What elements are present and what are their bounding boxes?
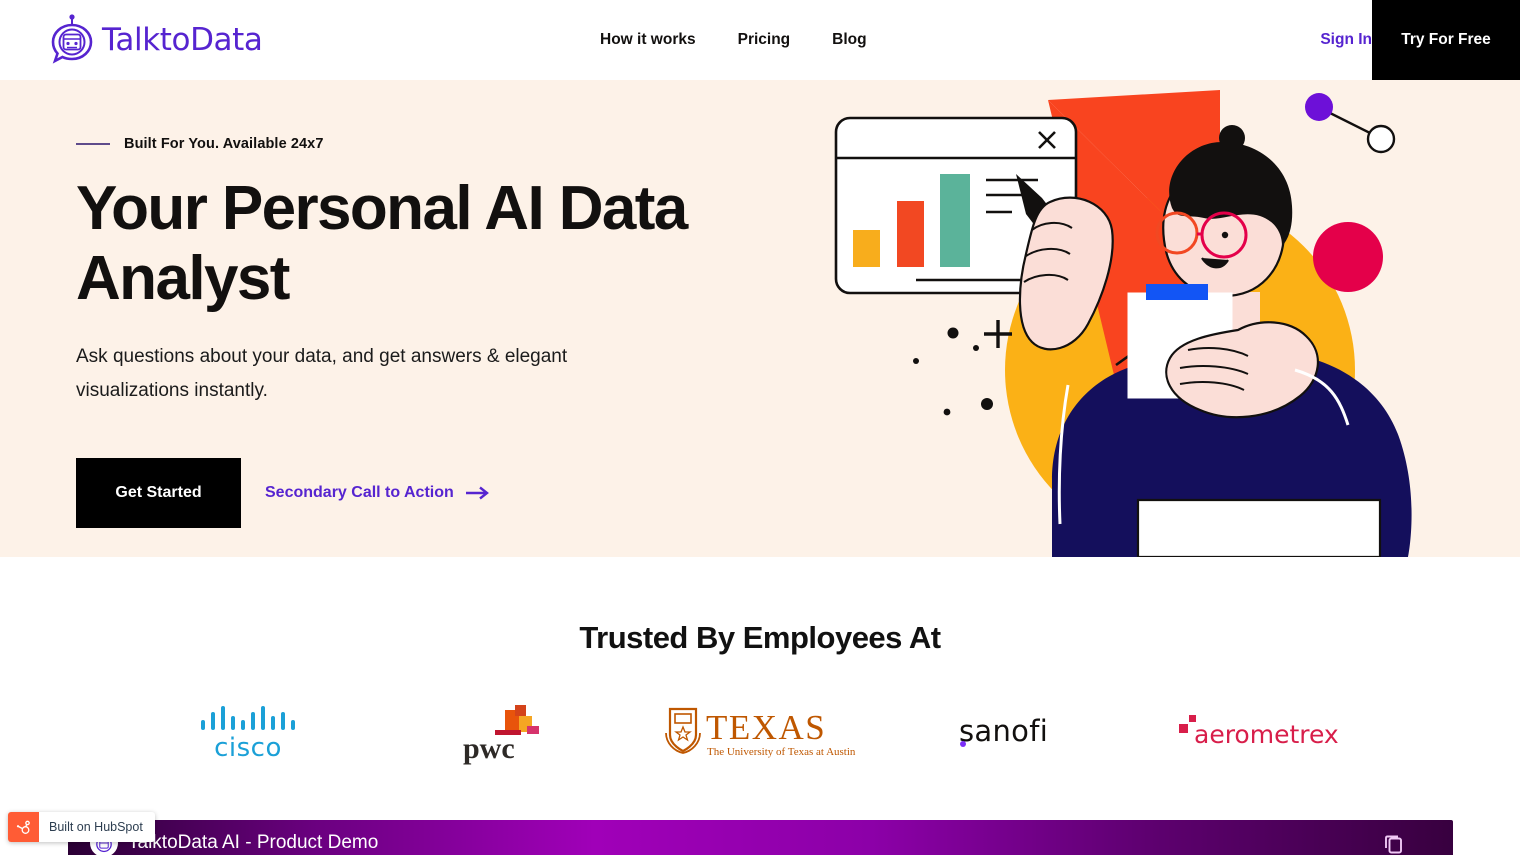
brand-logo[interactable]: TalktoData [48,14,263,66]
hero-eyebrow-text: Built For You. Available 24x7 [124,136,324,152]
site-header: TalktoData How it works Pricing Blog Sig… [0,0,1520,80]
nav-how-it-works[interactable]: How it works [600,0,717,80]
sanofi-wordmark: sanofi [959,714,1048,748]
logo-aerometrex: aerometrex [1138,684,1390,780]
arrow-right-icon [465,486,489,500]
cisco-wordmark: cisco [214,733,282,762]
try-for-free-button[interactable]: Try For Free [1372,0,1520,80]
texas-sublabel: The University of Texas at Austin [707,746,856,758]
hero-section: Built For You. Available 24x7 Your Perso… [0,80,1520,557]
hubspot-badge[interactable]: Built on HubSpot [8,812,155,842]
hero-cta-group: Get Started Secondary Call to Action [76,458,756,528]
sign-in-link[interactable]: Sign In [1320,0,1372,80]
logo-cisco: cisco [130,684,382,780]
eyebrow-dash-icon [76,143,110,145]
nav-blog[interactable]: Blog [811,0,887,80]
hero-title: Your Personal AI Data Analyst [76,174,688,313]
logo-texas: TEXAS The University of Texas at Austin [634,684,886,780]
brand-name: TalktoData [102,22,263,58]
get-started-button[interactable]: Get Started [76,458,241,528]
primary-nav: How it works Pricing Blog [600,0,888,80]
hubspot-sprocket-icon [8,812,39,842]
robot-speech-bubble-icon [48,14,96,66]
data-analyst-illustration [820,80,1520,557]
logo-pwc: pwc [382,684,634,780]
pwc-wordmark: pwc [463,732,515,765]
hero-subtitle: Ask questions about your data, and get a… [76,346,568,401]
hero-eyebrow: Built For You. Available 24x7 [76,136,756,152]
video-title: TalktoData AI - Product Demo [128,832,379,853]
trusted-by-section: Trusted By Employees At cisco pwc TEXAS … [0,557,1520,855]
landing-page: TalktoData How it works Pricing Blog Sig… [0,0,1520,855]
logo-sanofi: sanofi [886,684,1138,780]
logo-carousel: cisco pwc TEXAS The University of Texas … [0,684,1520,780]
secondary-cta-label: Secondary Call to Action [265,484,454,501]
hero-copy: Built For You. Available 24x7 Your Perso… [76,136,756,528]
nav-pricing[interactable]: Pricing [717,0,812,80]
copy-link-icon[interactable] [1383,832,1405,855]
hubspot-badge-label: Built on HubSpot [49,820,143,834]
aerometrex-wordmark: aerometrex [1194,720,1339,749]
secondary-cta-link[interactable]: Secondary Call to Action [265,484,490,502]
trusted-title: Trusted By Employees At [579,620,941,655]
texas-wordmark: TEXAS [706,708,826,747]
video-player-bar[interactable]: TalktoData AI - Product Demo [68,820,1453,855]
